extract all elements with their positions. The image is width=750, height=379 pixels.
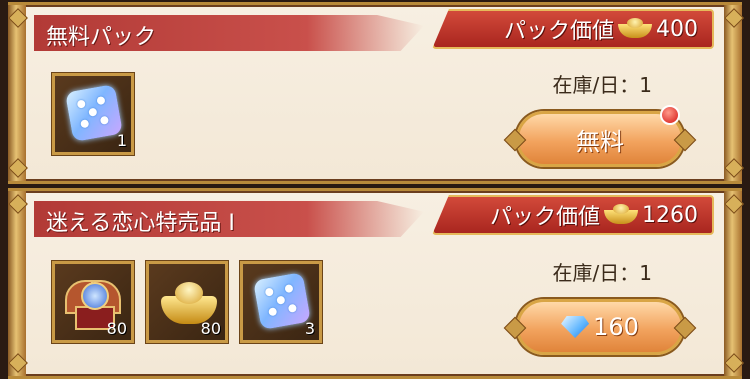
- blue-dice-icon: [253, 272, 311, 330]
- button-price: 160: [593, 313, 639, 341]
- buy-with-diamonds-button[interactable]: 160: [516, 299, 684, 355]
- button-label: 無料: [576, 127, 624, 156]
- item-quantity: 1: [116, 131, 127, 150]
- pack-value-label: パック価値: [503, 19, 614, 44]
- item-quantity: 3: [304, 319, 315, 338]
- gold-ingot-icon: [604, 204, 638, 226]
- item-quantity: 80: [200, 319, 221, 338]
- pack-value-amount: 400: [656, 16, 698, 42]
- gold-ingot-icon: [618, 18, 652, 40]
- notification-dot: [660, 105, 680, 125]
- left-rail-decoration: [8, 5, 26, 181]
- reward-item-gold[interactable]: 80: [146, 261, 228, 343]
- blue-dice-icon: [65, 84, 123, 142]
- daily-stock: 在庫/日：1: [552, 73, 652, 97]
- item-quantity: 80: [106, 319, 127, 338]
- pack-panel-sale: 迷える恋心特売品 I パック価値 1260 在庫/日：1 80 80 3 160: [8, 188, 742, 379]
- reward-item-emblem[interactable]: 80: [52, 261, 134, 343]
- reward-item-dice[interactable]: 3: [240, 261, 322, 343]
- diamond-icon: [561, 316, 590, 338]
- pack-title: 迷える恋心特売品 I: [46, 211, 235, 236]
- reward-item-dice[interactable]: 1: [52, 73, 134, 155]
- pack-title: 無料パック: [46, 25, 157, 50]
- pack-value-label: パック価値: [489, 205, 600, 230]
- daily-stock: 在庫/日：1: [552, 261, 652, 285]
- pack-value-tag: パック価値 1260: [432, 195, 714, 235]
- left-rail-decoration: [8, 191, 26, 376]
- pack-panel-free: 無料パック パック価値 400 在庫/日：1 1 無料: [8, 2, 742, 184]
- right-rail-decoration: [724, 5, 742, 181]
- claim-free-button[interactable]: 無料: [516, 111, 684, 167]
- pack-value-amount: 1260: [642, 202, 698, 228]
- right-rail-decoration: [724, 191, 742, 376]
- pack-value-tag: パック価値 400: [432, 9, 714, 49]
